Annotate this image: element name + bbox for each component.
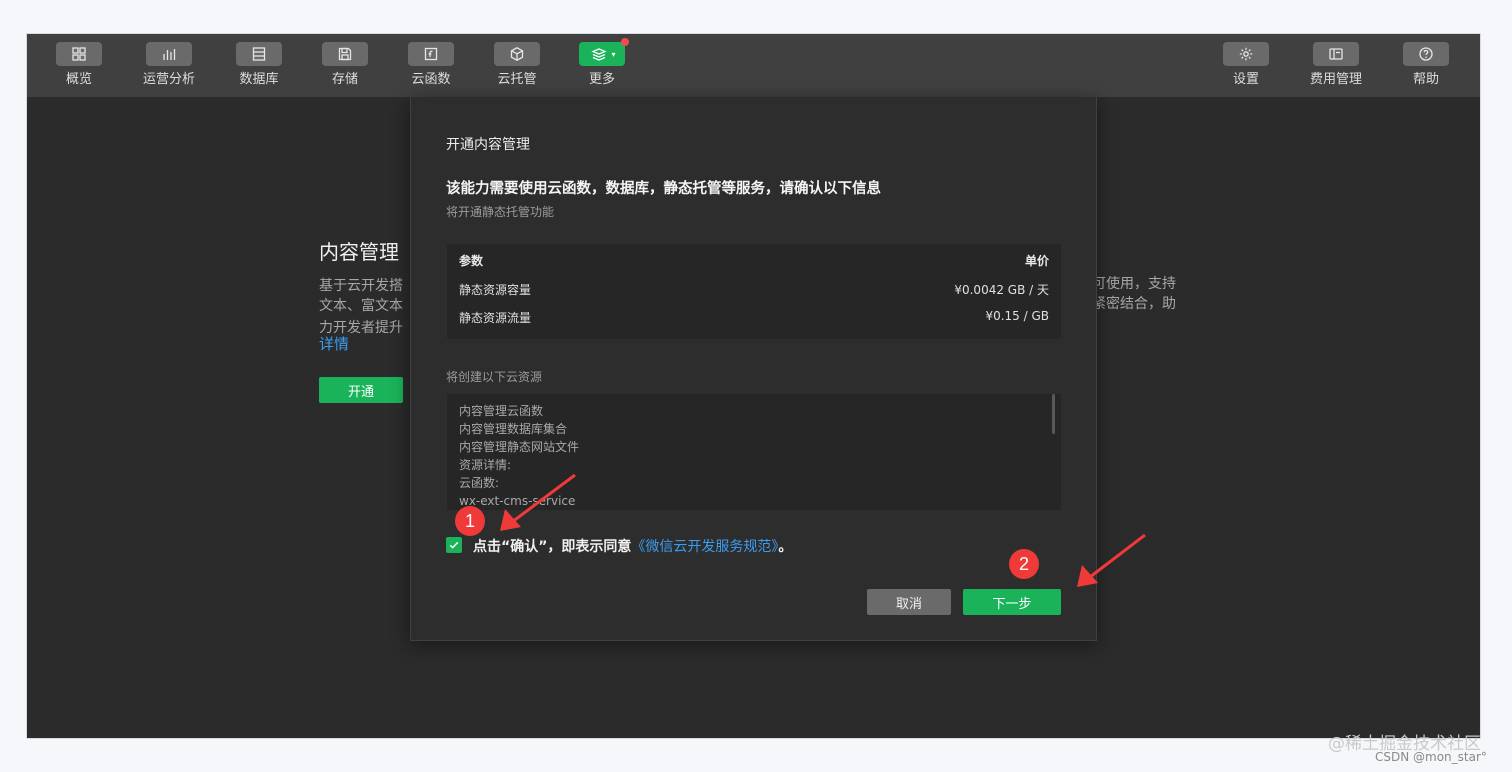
activate-content-management-dialog: 开通内容管理 该能力需要使用云函数，数据库，静态托管等服务，请确认以下信息 将开… [410,97,1097,641]
toolbar-item-storage[interactable]: 存储 [300,42,390,94]
grid-icon [56,42,102,66]
intro-text-line: 紧密结合，助 [1092,296,1176,312]
table-header-row: 参数 单价 [459,252,1049,272]
table-row: 静态资源流量 ¥0.15 / GB [459,309,1049,329]
intro-text-line: 基于云开发搭 [319,278,403,294]
header-price: 单价 [1024,254,1049,268]
agreement-text: 点击“确认”，即表示同意《微信云开发服务规范》。 [473,536,792,556]
table-row: 静态资源容量 ¥0.0042 GB / 天 [459,281,1049,301]
dialog-subheading: 将开通静态托管功能 [446,205,555,219]
toolbar-label: 概览 [65,72,92,87]
cancel-button[interactable]: 取消 [867,589,951,615]
toolbar-item-help[interactable]: 帮助 [1381,42,1471,94]
toolbar-item-more[interactable]: ▾ 更多 [557,38,647,94]
price-table: 参数 单价 静态资源容量 ¥0.0042 GB / 天 静态资源流量 ¥0.15… [447,244,1061,339]
intro-text-line: 可使用，支持 [1092,276,1176,292]
toolbar-item-billing[interactable]: 费用管理 [1291,42,1381,94]
resource-item: 内容管理云函数 [459,404,544,418]
dialog-title: 开通内容管理 [446,137,530,153]
toolbar-label: 帮助 [1412,72,1439,87]
resources-list[interactable]: 内容管理云函数 内容管理数据库集合 内容管理静态网站文件 资源详情: 云函数: … [447,394,1061,510]
terms-link[interactable]: 《微信云开发服务规范》 [631,539,778,555]
param-price: ¥0.0042 GB / 天 [954,283,1049,297]
billing-icon [1313,42,1359,66]
scrollbar[interactable] [1052,394,1055,434]
toolbar-label: 运营分析 [142,72,195,87]
watermark-csdn: CSDN @mon_star° [1375,750,1487,764]
function-icon [408,42,454,66]
resource-item: 内容管理数据库集合 [459,422,568,436]
dialog-heading: 该能力需要使用云函数，数据库，静态托管等服务，请确认以下信息 [446,181,881,197]
agreement-prefix: 点击“确认”，即表示同意 [473,539,632,555]
toolbar-item-database[interactable]: 数据库 [214,42,304,94]
cube-icon [494,42,540,66]
page-title: 内容管理 [319,240,399,264]
database-icon [236,42,282,66]
header-param: 参数 [459,254,484,268]
gear-icon [1223,42,1269,66]
app-window: 概览 运营分析 数据库 存储 云函数 云托管 ▾ 更多 设置 费用管理 帮助 内… [27,34,1480,738]
layers-icon: ▾ [579,38,629,66]
resource-item: 内容管理静态网站文件 [459,440,580,454]
next-step-button[interactable]: 下一步 [963,589,1061,615]
param-name: 静态资源流量 [459,311,532,325]
step-2-badge: 2 [1009,549,1039,579]
top-toolbar: 概览 运营分析 数据库 存储 云函数 云托管 ▾ 更多 设置 费用管理 帮助 [27,34,1480,97]
toolbar-item-overview[interactable]: 概览 [34,42,124,94]
agree-checkbox[interactable] [446,537,462,553]
resource-item: 资源详情: [459,458,512,472]
check-icon [449,541,459,549]
caret-down-icon: ▾ [611,49,616,59]
param-price: ¥0.15 / GB [985,309,1049,323]
toolbar-item-cloud-function[interactable]: 云函数 [386,42,476,94]
step-1-badge: 1 [455,506,485,536]
help-icon [1403,42,1449,66]
save-icon [322,42,368,66]
toolbar-label: 存储 [331,72,358,87]
toolbar-item-settings[interactable]: 设置 [1201,42,1291,94]
resources-label: 将创建以下云资源 [446,370,543,384]
bar-chart-icon [146,42,192,66]
intro-text-line: 文本、富文本 [319,298,403,314]
notification-dot [621,38,629,46]
param-name: 静态资源容量 [459,283,532,297]
toolbar-item-cloud-hosting[interactable]: 云托管 [472,42,562,94]
details-link[interactable]: 详情 [319,334,349,354]
resource-item: 云函数: [459,476,500,490]
toolbar-item-analytics[interactable]: 运营分析 [124,42,214,94]
activate-button[interactable]: 开通 [319,377,403,403]
toolbar-label: 费用管理 [1309,72,1362,87]
agreement-suffix: 。 [778,539,793,555]
toolbar-label: 更多 [588,72,615,87]
toolbar-label: 数据库 [239,72,279,87]
toolbar-label: 设置 [1232,72,1259,87]
toolbar-label: 云托管 [497,72,537,87]
toolbar-label: 云函数 [411,72,451,87]
